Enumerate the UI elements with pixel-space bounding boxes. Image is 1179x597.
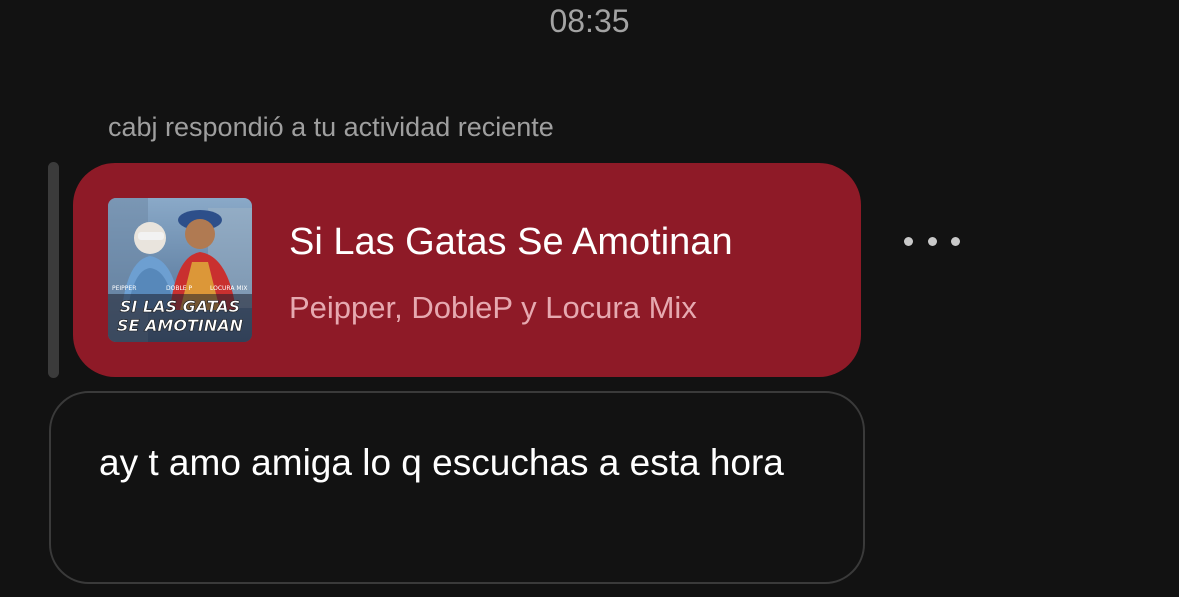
more-horizontal-icon — [904, 236, 913, 246]
message-text: ay t amo amiga lo q escuchas a esta hora — [99, 442, 784, 483]
song-title[interactable]: Si Las Gatas Se Amotinan — [289, 218, 733, 266]
more-horizontal-icon — [951, 236, 960, 246]
song-artists[interactable]: Peipper, DobleP y Locura Mix — [289, 287, 697, 329]
cover-title-line-2: SE AMOTINAN — [117, 316, 244, 335]
cover-artist-label: PEIPPER — [112, 285, 136, 292]
album-cover-art: PEIPPER DOBLE P LOCURA MIX SI LAS GATAS … — [108, 198, 252, 342]
cover-artist-label: LOCURA MIX — [210, 285, 247, 292]
message-bubble[interactable]: ay t amo amiga lo q escuchas a esta hora — [49, 391, 865, 584]
reply-indicator-bar — [48, 162, 59, 378]
cover-title-line-1: SI LAS GATAS — [120, 297, 240, 316]
message-timestamp: 08:35 — [549, 3, 630, 39]
more-options-button[interactable] — [900, 226, 964, 256]
more-horizontal-icon — [927, 236, 937, 246]
song-card[interactable]: PEIPPER DOBLE P LOCURA MIX SI LAS GATAS … — [73, 163, 861, 377]
cover-artist-label: DOBLE P — [166, 285, 193, 292]
reply-context-label: cabj respondió a tu actividad reciente — [108, 112, 554, 142]
album-cover[interactable]: PEIPPER DOBLE P LOCURA MIX SI LAS GATAS … — [108, 198, 252, 342]
